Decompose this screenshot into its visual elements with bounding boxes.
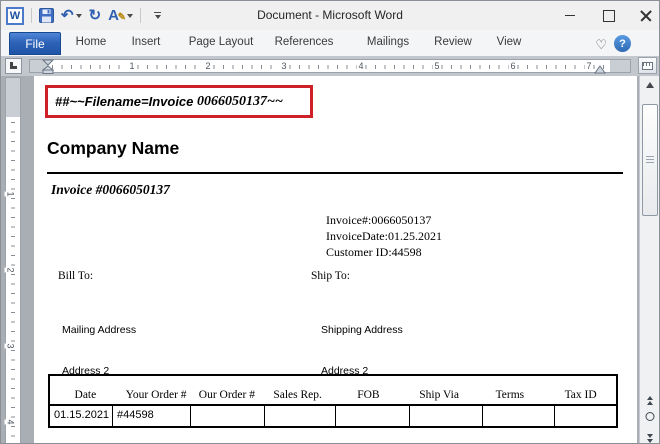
view-ruler-button[interactable] xyxy=(638,57,657,74)
tab-insert[interactable]: Insert xyxy=(132,36,161,48)
arrow-up-icon xyxy=(646,82,654,88)
tab-file[interactable]: File xyxy=(9,32,61,55)
ship-to-label: Ship To: xyxy=(311,270,350,282)
thumb-grip-icon xyxy=(646,156,654,164)
ruler-number: 7 xyxy=(584,61,593,71)
invoice-table-header-row: Date Your Order # Our Order # Sales Rep.… xyxy=(50,376,616,406)
col-header-our-order: Our Order # xyxy=(192,389,263,404)
ribbon-tab-row: File Home Insert Page Layout References … xyxy=(1,30,659,57)
table-row: 01.15.2021 #44598 xyxy=(50,406,616,426)
tab-review[interactable]: Review xyxy=(434,36,472,48)
col-header-tax-id: Tax ID xyxy=(545,389,616,404)
tab-stop-selector[interactable] xyxy=(5,58,22,74)
company-name-heading: Company Name xyxy=(47,138,179,159)
tab-mailings[interactable]: Mailings xyxy=(367,36,409,48)
previous-page-button[interactable] xyxy=(640,396,659,405)
double-chevron-up-icon xyxy=(647,396,653,400)
invoice-number-heading: Invoice #0066050137 xyxy=(51,182,170,198)
col-header-ship-via: Ship Via xyxy=(404,389,475,404)
heading-rule xyxy=(47,172,623,174)
scroll-up-button[interactable] xyxy=(640,76,659,93)
vertical-ruler[interactable]: 1 2 3 4 xyxy=(5,77,21,444)
col-header-terms: Terms xyxy=(475,389,546,404)
indent-marker-icon[interactable] xyxy=(42,59,54,74)
cell-date[interactable]: 01.15.2021 xyxy=(50,406,113,426)
left-tab-icon xyxy=(10,62,17,69)
customer-id-line: Customer ID:44598 xyxy=(326,244,442,260)
maximize-button[interactable] xyxy=(601,8,615,22)
col-header-your-order: Your Order # xyxy=(121,389,192,404)
window-title: Document - Microsoft Word xyxy=(1,8,659,22)
ruler-number: 3 xyxy=(279,61,288,71)
close-button[interactable] xyxy=(639,8,653,22)
cell-terms[interactable] xyxy=(483,406,555,426)
filename-marker-number: 0066050137 xyxy=(197,94,267,110)
invoice-number-line: Invoice#:0066050137 xyxy=(326,212,442,228)
heart-icon[interactable]: ♡ xyxy=(595,38,607,51)
word-window: W ↶ ↻ A ✎ xyxy=(0,0,660,444)
ruler-number: 4 xyxy=(356,61,365,71)
cell-our-order[interactable] xyxy=(191,406,265,426)
vertical-scrollbar[interactable] xyxy=(639,76,659,444)
ruler-icon xyxy=(642,62,653,70)
ruler-right-margin xyxy=(610,60,630,72)
ruler-number: 6 xyxy=(508,61,517,71)
filename-marker-suffix: ~~ xyxy=(267,94,283,110)
bill-to-label: Bill To: xyxy=(58,270,93,282)
ruler-number: 2 xyxy=(5,267,17,272)
ruler-number: 4 xyxy=(5,419,17,424)
invoice-date-line: InvoiceDate:01.25.2021 xyxy=(326,228,442,244)
document-page[interactable]: ##~~Filename=Invoice 0066050137~~ Compan… xyxy=(34,76,637,444)
double-chevron-down-icon xyxy=(647,439,653,443)
ruler-number: 3 xyxy=(5,343,17,348)
filename-marker-text: ##~~Filename=Invoice xyxy=(55,94,197,109)
invoice-details-block: Invoice#:0066050137 InvoiceDate:01.25.20… xyxy=(326,212,442,260)
next-page-button[interactable] xyxy=(640,434,659,443)
ruler-number: 2 xyxy=(203,61,212,71)
ruler-number: 5 xyxy=(432,61,441,71)
col-header-sales-rep: Sales Rep. xyxy=(262,389,333,404)
ruler-number: 1 xyxy=(127,61,136,71)
select-browse-object-button[interactable] xyxy=(645,412,654,421)
cell-your-order[interactable]: #44598 xyxy=(113,406,191,426)
window-controls xyxy=(563,7,653,23)
double-chevron-up-icon xyxy=(647,401,653,405)
tab-view[interactable]: View xyxy=(497,36,522,48)
horizontal-ruler[interactable]: 1 2 3 4 5 6 7 xyxy=(29,59,631,73)
col-header-date: Date xyxy=(50,389,121,404)
invoice-table[interactable]: Date Your Order # Our Order # Sales Rep.… xyxy=(48,374,618,428)
ruler-ticks xyxy=(11,122,15,439)
filename-annotation-box: ##~~Filename=Invoice 0066050137~~ xyxy=(45,85,313,118)
right-indent-marker-icon[interactable] xyxy=(594,65,606,74)
help-button[interactable]: ? xyxy=(614,35,631,52)
ruler-number: 1 xyxy=(5,191,17,196)
cell-tax-id[interactable] xyxy=(555,406,616,426)
cell-ship-via[interactable] xyxy=(410,406,483,426)
cell-sales-rep[interactable] xyxy=(265,406,336,426)
address-line: Mailing Address xyxy=(62,324,148,338)
tab-references[interactable]: References xyxy=(275,36,334,48)
cell-fob[interactable] xyxy=(336,406,410,426)
address-line: Shipping Address xyxy=(321,324,407,338)
ruler-top-margin xyxy=(6,78,20,117)
double-chevron-down-icon xyxy=(647,434,653,438)
title-bar: W ↶ ↻ A ✎ xyxy=(1,1,659,30)
document-area: 1 2 3 4 ##~~Filename=Invoice 0066050137~… xyxy=(1,76,659,444)
tab-page-layout[interactable]: Page Layout xyxy=(189,36,254,48)
scrollbar-thumb[interactable] xyxy=(642,104,658,216)
tab-home[interactable]: Home xyxy=(76,36,107,48)
minimize-button[interactable] xyxy=(563,8,577,22)
col-header-fob: FOB xyxy=(333,389,404,404)
ruler-row: 1 2 3 4 5 6 7 xyxy=(1,57,659,76)
